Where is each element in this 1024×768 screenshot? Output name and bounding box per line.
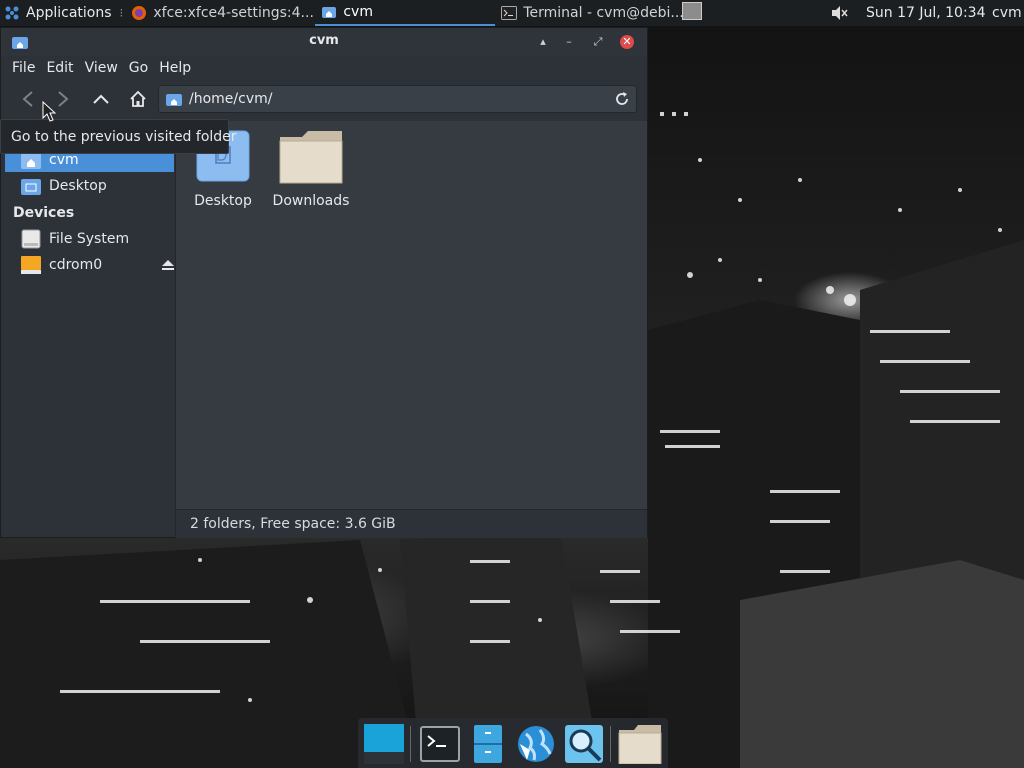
dock-show-desktop[interactable]	[364, 724, 404, 764]
folder-home-icon	[322, 7, 337, 18]
dock-separator	[610, 726, 611, 762]
terminal-icon	[420, 726, 460, 762]
taskbar-item-terminal[interactable]: Terminal - cvm@debi...	[495, 0, 697, 26]
panel-separator: ⁝	[119, 6, 124, 20]
desktop-folder-icon	[21, 179, 41, 195]
close-button[interactable]: ✕	[620, 35, 634, 49]
maximize-button[interactable]: ⤢	[591, 35, 605, 49]
side-pane: cvm Desktop Devices File System cdrom0	[1, 121, 176, 537]
menu-go[interactable]: Go	[124, 60, 154, 76]
sidebar-item-label: cvm	[49, 152, 79, 168]
dock-web-browser[interactable]	[516, 724, 556, 764]
dock-app-finder[interactable]	[564, 724, 604, 764]
location-bar[interactable]: /home/cvm/	[158, 85, 637, 113]
applications-menu[interactable]: Applications	[0, 0, 118, 26]
file-item-downloads[interactable]: Downloads	[271, 129, 351, 209]
sidebar-item-file-system[interactable]: File System	[5, 227, 174, 251]
sidebar-item-label: Desktop	[49, 178, 107, 194]
file-item-label: Desktop	[194, 193, 252, 209]
file-manager-icon	[474, 725, 502, 763]
file-item-label: Downloads	[272, 193, 350, 209]
devices-section-header: Devices	[13, 205, 75, 221]
back-button-tooltip: Go to the previous visited folder	[0, 119, 237, 154]
sidebar-item-label: File System	[49, 231, 130, 247]
parent-folder-button[interactable]	[90, 88, 112, 110]
show-desktop-button[interactable]	[682, 2, 702, 20]
file-manager-window: cvm ▴ – ⤢ ✕ File Edit View Go Help /home…	[0, 27, 648, 538]
arrow-left-icon	[22, 91, 33, 107]
taskbar-item-label: xfce:xfce4-settings:4...	[153, 5, 314, 21]
file-view[interactable]: Desktop Downloads	[176, 121, 647, 509]
taskbar-item-file-manager[interactable]: cvm	[315, 0, 496, 26]
top-panel: Applications ⁝ xfce:xfce4-settings:4... …	[0, 0, 1024, 26]
menubar: File Edit View Go Help	[1, 56, 647, 80]
shade-button[interactable]: ▴	[536, 35, 550, 49]
status-bar: 2 folders, Free space: 3.6 GiB	[176, 509, 647, 538]
home-button[interactable]	[127, 88, 149, 110]
user-menu[interactable]: cvm	[992, 0, 1022, 26]
dock-file-manager[interactable]	[468, 724, 508, 764]
menu-edit[interactable]: Edit	[41, 60, 79, 76]
back-button[interactable]	[17, 88, 39, 110]
menu-file[interactable]: File	[1, 60, 41, 76]
eject-icon[interactable]	[161, 258, 175, 272]
sidebar-item-cdrom[interactable]: cdrom0	[5, 253, 174, 277]
show-desktop-icon	[364, 724, 404, 764]
status-text: 2 folders, Free space: 3.6 GiB	[190, 516, 396, 532]
home-icon	[130, 90, 146, 107]
home-folder-icon	[618, 725, 662, 765]
menu-help[interactable]: Help	[154, 60, 197, 76]
dock-separator	[410, 726, 411, 762]
dock-terminal[interactable]	[420, 724, 460, 764]
mouse-cursor-icon	[42, 101, 56, 122]
web-browser-icon	[518, 726, 554, 762]
terminal-icon	[501, 6, 518, 20]
location-path: /home/cvm/	[189, 91, 273, 107]
dock-home-folder[interactable]	[618, 724, 662, 765]
minimize-button[interactable]: –	[562, 35, 576, 49]
app-finder-icon	[565, 725, 603, 763]
taskbar-item-settings[interactable]: xfce:xfce4-settings:4...	[125, 0, 315, 26]
folder-icon	[279, 131, 343, 184]
dock	[358, 718, 668, 768]
window-title: cvm	[309, 33, 339, 48]
clock[interactable]: Sun 17 Jul, 10:34	[866, 0, 986, 26]
taskbar-item-label: cvm	[343, 4, 373, 20]
window-titlebar[interactable]: cvm ▴ – ⤢ ✕	[1, 28, 647, 56]
firefox-icon	[132, 6, 147, 20]
drive-optical-icon	[21, 256, 41, 274]
applications-label: Applications	[26, 5, 112, 21]
arrow-right-icon	[58, 91, 69, 107]
reload-icon[interactable]	[614, 91, 630, 107]
sidebar-item-label: cdrom0	[49, 257, 103, 273]
taskbar-item-label: Terminal - cvm@debi...	[523, 5, 684, 21]
sidebar-item-desktop[interactable]: Desktop	[5, 174, 174, 198]
drive-harddisk-icon	[21, 229, 41, 249]
menu-view[interactable]: View	[80, 60, 124, 76]
folder-home-icon	[166, 94, 182, 106]
volume-muted-icon[interactable]	[830, 4, 848, 22]
arrow-up-icon	[93, 94, 109, 104]
tooltip-text: Go to the previous visited folder	[11, 129, 237, 145]
xfce-menu-icon	[5, 6, 19, 20]
toolbar: /home/cvm/	[1, 80, 647, 118]
